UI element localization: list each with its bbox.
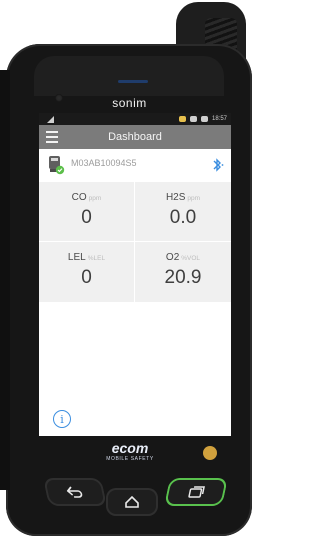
gas-name: CO — [71, 192, 87, 203]
phone-top-bezel — [34, 56, 224, 96]
reading-o2[interactable]: O2 %VOL 20.9 — [135, 242, 231, 302]
earpiece-speaker — [118, 80, 148, 83]
connected-device-row[interactable]: M03AB10094S5 — [39, 149, 231, 180]
gas-value: 0 — [81, 267, 92, 288]
page-title: Dashboard — [108, 131, 162, 143]
gas-value: 20.9 — [164, 267, 202, 288]
battery-icon — [200, 116, 208, 122]
ecom-tagline: MOBILE SAFETY — [106, 456, 154, 462]
reading-h2s[interactable]: H2S ppm 0.0 — [135, 182, 231, 242]
home-icon — [125, 496, 139, 508]
ex-certification-icon — [203, 446, 217, 460]
device-brand-logo: sonim — [112, 96, 147, 110]
app-screen: 18:57 Dashboard M03AB10094S5 CO ppm 0 H2S… — [39, 113, 231, 436]
reading-co[interactable]: CO ppm 0 — [39, 182, 135, 242]
bluetooth-icon[interactable] — [209, 157, 225, 173]
gas-name: H2S — [165, 192, 186, 203]
device-serial: M03AB10094S5 — [71, 158, 137, 168]
gas-name: O2 — [165, 252, 180, 263]
gas-value: 0.0 — [169, 207, 197, 228]
gas-unit: ppm — [88, 195, 102, 202]
menu-icon[interactable] — [46, 131, 58, 143]
gas-value: 0 — [81, 207, 92, 228]
gas-name: LEL — [67, 252, 86, 263]
gas-unit: %LEL — [87, 255, 106, 262]
home-button[interactable] — [106, 488, 158, 516]
vibrate-icon — [189, 116, 197, 122]
back-button[interactable] — [43, 478, 107, 506]
notification-icon — [178, 116, 186, 122]
phone-side-edge — [0, 70, 10, 490]
reading-lel[interactable]: LEL %LEL 0 — [39, 242, 135, 302]
signal-icon — [47, 116, 54, 123]
gas-unit: ppm — [187, 195, 201, 202]
gas-unit: %VOL — [181, 255, 201, 262]
app-bar: Dashboard — [39, 125, 231, 149]
gas-readings-grid: CO ppm 0 H2S ppm 0.0 LEL %LEL 0 O2 %VOL 20.9 — [39, 182, 231, 302]
recent-apps-icon — [188, 486, 205, 498]
status-time: 18:57 — [211, 116, 227, 122]
ecom-logo: ecom — [111, 440, 149, 456]
info-icon[interactable]: i — [53, 410, 71, 428]
status-bar: 18:57 — [39, 113, 231, 125]
detector-device-icon — [49, 156, 65, 175]
back-icon — [66, 486, 83, 498]
recent-apps-button[interactable] — [164, 478, 228, 506]
